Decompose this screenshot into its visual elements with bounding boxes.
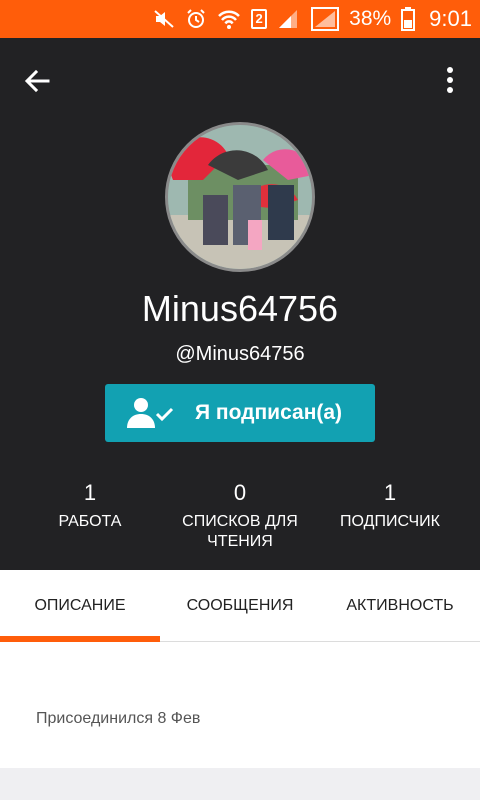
profile-tabs: ОПИСАНИЕ СООБЩЕНИЯ АКТИВНОСТЬ — [0, 570, 480, 642]
status-bar: 2 38% 9:01 — [0, 0, 480, 38]
stat-value: 1 — [383, 480, 397, 505]
following-button-label: Я подписан(а) — [195, 401, 343, 424]
sim-slot-icon: 2 — [251, 9, 268, 29]
tab-description[interactable]: ОПИСАНИЕ — [0, 570, 160, 642]
username: @Minus64756 — [175, 343, 305, 365]
arrow-left-icon — [24, 69, 50, 93]
status-icons: 2 38% 9:01 — [153, 0, 472, 38]
battery-percent: 38% — [349, 7, 392, 30]
user-check-icon — [127, 398, 174, 428]
stat-followers[interactable]: 1 ПОДПИСЧИК — [310, 480, 470, 532]
about-panel: Присоединился 8 Фев — [0, 642, 480, 768]
alarm-icon — [185, 8, 207, 30]
stat-value: 1 — [83, 480, 97, 505]
joined-date: Присоединился 8 Фев — [36, 710, 201, 727]
stat-label: РАБОТА — [58, 513, 122, 530]
avatar — [165, 122, 315, 272]
display-name: Minus64756 — [141, 288, 339, 329]
back-button[interactable] — [22, 66, 62, 96]
wifi-icon — [217, 8, 241, 30]
following-button[interactable]: Я подписан(а) — [105, 384, 375, 442]
stat-label: ПОДПИСЧИК — [340, 513, 440, 530]
signal-icon — [277, 8, 301, 30]
mute-icon — [153, 8, 175, 30]
tab-messages[interactable]: СООБЩЕНИЯ — [160, 570, 320, 642]
stat-works[interactable]: 1 РАБОТА — [10, 480, 170, 532]
more-options-button[interactable] — [442, 66, 458, 96]
stat-value: 0 — [233, 480, 247, 505]
more-vertical-icon — [447, 67, 453, 93]
tab-activity[interactable]: АКТИВНОСТЬ — [320, 570, 480, 642]
stat-label: СПИСКОВ ДЛЯ ЧТЕНИЯ — [182, 513, 298, 550]
battery-icon — [401, 7, 416, 31]
profile-header: Minus64756 @Minus64756 Я подписан(а) 1 Р… — [0, 38, 480, 570]
stat-reading-lists[interactable]: 0 СПИСКОВ ДЛЯ ЧТЕНИЯ — [160, 480, 320, 552]
signal-icon-secondary — [311, 7, 340, 31]
clock: 9:01 — [429, 6, 472, 31]
